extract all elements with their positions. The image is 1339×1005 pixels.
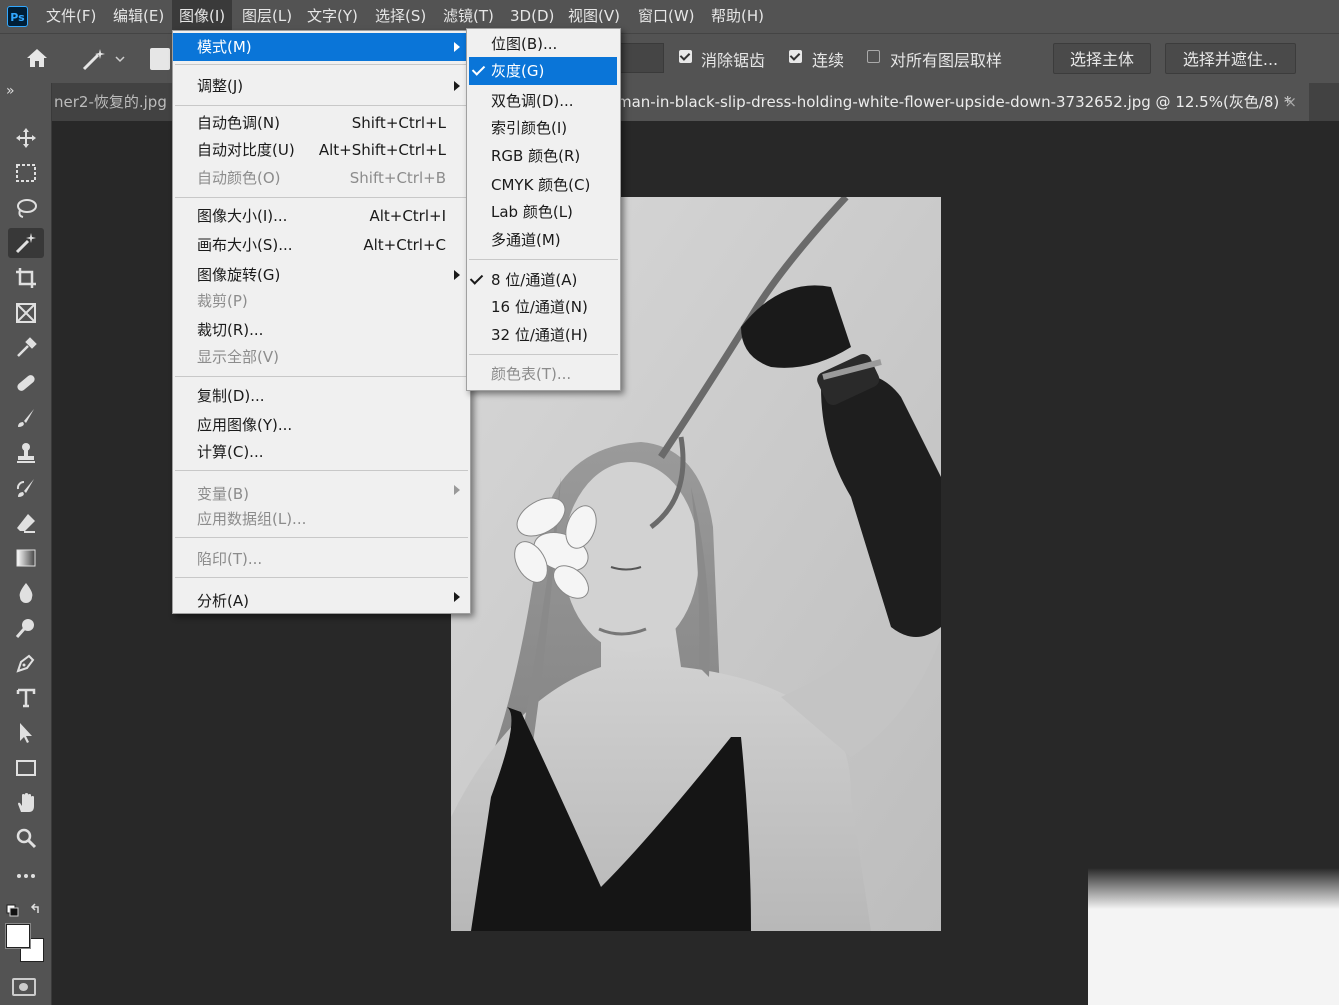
submenu-arrow-icon bbox=[454, 81, 460, 91]
mode-item-grayscale[interactable]: 灰度(G) bbox=[469, 57, 617, 85]
brush-icon[interactable] bbox=[8, 403, 44, 433]
menu-item-auto-contrast[interactable]: 自动对比度(U) Alt+Shift+Ctrl+L bbox=[173, 136, 470, 164]
frame-icon[interactable] bbox=[8, 298, 44, 328]
mode-item-multichannel[interactable]: 多通道(M) bbox=[467, 226, 620, 254]
magic-wand-icon[interactable] bbox=[8, 228, 44, 258]
quick-mask-icon[interactable] bbox=[12, 978, 36, 996]
type-icon[interactable] bbox=[8, 683, 44, 713]
mode-item-lab[interactable]: Lab 颜色(L) bbox=[467, 198, 620, 226]
lasso-icon[interactable] bbox=[8, 193, 44, 223]
home-icon[interactable] bbox=[24, 46, 50, 70]
menu-window[interactable]: 窗口(W) bbox=[638, 0, 695, 33]
contiguous-label: 连续 bbox=[812, 51, 845, 70]
mode-item-16-bit[interactable]: 16 位/通道(N) bbox=[467, 293, 620, 321]
pen-icon[interactable] bbox=[8, 648, 44, 678]
menu-item-auto-tone[interactable]: 自动色调(N) Shift+Ctrl+L bbox=[173, 109, 470, 137]
menu-item-image-size[interactable]: 图像大小(I)... Alt+Ctrl+I bbox=[173, 202, 470, 230]
mode-item-bitmap[interactable]: 位图(B)... bbox=[467, 30, 620, 58]
menu-help[interactable]: 帮助(H) bbox=[711, 0, 764, 33]
menu-bar: Ps 文件(F) 编辑(E) 图像(I) 图层(L) 文字(Y) 选择(S) 滤… bbox=[0, 0, 1339, 33]
eraser-icon[interactable] bbox=[8, 508, 44, 538]
menu-layer[interactable]: 图层(L) bbox=[242, 0, 292, 33]
history-brush-icon[interactable] bbox=[8, 473, 44, 503]
contiguous-checkbox[interactable] bbox=[789, 50, 802, 63]
mode-item-cmyk[interactable]: CMYK 颜色(C) bbox=[467, 171, 620, 199]
foreground-color-swatch[interactable] bbox=[6, 924, 30, 948]
mode-item-rgb[interactable]: RGB 颜色(R) bbox=[467, 142, 620, 170]
marquee-icon[interactable] bbox=[8, 158, 44, 188]
tolerance-field[interactable] bbox=[620, 43, 664, 73]
image-menu: 模式(M) 调整(J) 自动色调(N) Shift+Ctrl+L 自动对比度(U)… bbox=[172, 30, 471, 614]
mode-item-duotone[interactable]: 双色调(D)... bbox=[467, 87, 620, 115]
menu-item-crop: 裁剪(P) bbox=[197, 292, 248, 310]
submenu-arrow-icon bbox=[454, 42, 460, 52]
mode-item-color-table: 颜色表(T)... bbox=[491, 365, 572, 383]
menu-image[interactable]: 图像(I) bbox=[172, 0, 233, 33]
tools-panel: » bbox=[0, 83, 52, 1005]
checkmark-icon bbox=[469, 271, 484, 285]
dodge-icon[interactable] bbox=[8, 613, 44, 643]
tab-active-document[interactable]: man-in-black-slip-dress-holding-white-fl… bbox=[617, 83, 1309, 121]
menu-type[interactable]: 文字(Y) bbox=[307, 0, 358, 33]
menu-item-auto-color: 自动颜色(O) Shift+Ctrl+B bbox=[197, 169, 446, 187]
menu-item-calculations[interactable]: 计算(C)... bbox=[173, 438, 470, 466]
background-light-area bbox=[1088, 868, 1339, 1005]
menu-item-variables: 变量(B) bbox=[173, 480, 470, 508]
menu-file[interactable]: 文件(F) bbox=[46, 0, 96, 33]
swap-colors-icon[interactable] bbox=[6, 903, 42, 919]
move-icon[interactable] bbox=[8, 123, 44, 153]
menu-item-canvas-size[interactable]: 画布大小(S)... Alt+Ctrl+C bbox=[173, 231, 470, 259]
menu-item-apply-data-set: 应用数据组(L)... bbox=[197, 510, 307, 528]
blur-icon[interactable] bbox=[8, 578, 44, 608]
eyedropper-icon[interactable] bbox=[8, 333, 44, 363]
checkmark-icon bbox=[471, 62, 486, 76]
menu-item-apply-image[interactable]: 应用图像(Y)... bbox=[173, 411, 470, 439]
active-tab-title: man-in-black-slip-dress-holding-white-fl… bbox=[617, 93, 1292, 111]
mode-item-8-bit[interactable]: 8 位/通道(A) bbox=[467, 266, 620, 294]
sample-all-layers-checkbox[interactable] bbox=[867, 50, 880, 63]
stamp-icon[interactable] bbox=[8, 438, 44, 468]
anti-alias-label: 消除锯齿 bbox=[701, 51, 766, 70]
magic-wand-preset-icon[interactable] bbox=[80, 45, 126, 73]
anti-alias-checkbox[interactable] bbox=[679, 50, 692, 63]
mode-item-32-bit[interactable]: 32 位/通道(H) bbox=[467, 321, 620, 349]
menu-item-duplicate[interactable]: 复制(D)... bbox=[173, 382, 470, 410]
zoom-icon[interactable] bbox=[8, 823, 44, 853]
panel-expand-icon[interactable]: » bbox=[6, 83, 15, 99]
menu-item-reveal-all: 显示全部(V) bbox=[197, 348, 279, 366]
close-tab-icon[interactable]: × bbox=[1284, 83, 1297, 121]
color-swatches-icon[interactable] bbox=[6, 924, 46, 964]
menu-item-mode[interactable]: 模式(M) bbox=[173, 33, 470, 61]
selection-mode-icon[interactable] bbox=[150, 48, 170, 70]
submenu-arrow-icon bbox=[454, 592, 460, 602]
menu-item-analysis[interactable]: 分析(A) bbox=[173, 587, 470, 615]
path-select-icon[interactable] bbox=[8, 718, 44, 748]
menu-select[interactable]: 选择(S) bbox=[375, 0, 426, 33]
mode-item-indexed-color[interactable]: 索引颜色(I) bbox=[467, 114, 620, 142]
select-subject-button[interactable]: 选择主体 bbox=[1053, 43, 1151, 74]
tab-restored-document[interactable]: ner2-恢复的.jpg bbox=[52, 83, 174, 121]
healing-brush-icon[interactable] bbox=[8, 368, 44, 398]
more-tools-icon[interactable] bbox=[8, 861, 44, 891]
submenu-arrow-icon bbox=[454, 270, 460, 280]
menu-item-adjustments[interactable]: 调整(J) bbox=[173, 72, 470, 100]
mode-submenu: 位图(B)... 灰度(G) 双色调(D)... 索引颜色(I) RGB 颜色(… bbox=[466, 28, 621, 391]
menu-edit[interactable]: 编辑(E) bbox=[113, 0, 164, 33]
rectangle-icon[interactable] bbox=[8, 753, 44, 783]
crop-icon[interactable] bbox=[8, 263, 44, 293]
sample-all-layers-label: 对所有图层取样 bbox=[890, 51, 1003, 70]
submenu-arrow-icon bbox=[454, 485, 460, 495]
select-and-mask-button[interactable]: 选择并遮住... bbox=[1165, 43, 1296, 74]
gradient-icon[interactable] bbox=[8, 543, 44, 573]
menu-item-image-rotation[interactable]: 图像旋转(G) bbox=[173, 261, 470, 289]
hand-icon[interactable] bbox=[8, 788, 44, 818]
photoshop-logo-icon: Ps bbox=[7, 6, 28, 27]
menu-item-trap: 陷印(T)... bbox=[197, 550, 263, 568]
menu-item-trim[interactable]: 裁切(R)... bbox=[173, 316, 470, 344]
